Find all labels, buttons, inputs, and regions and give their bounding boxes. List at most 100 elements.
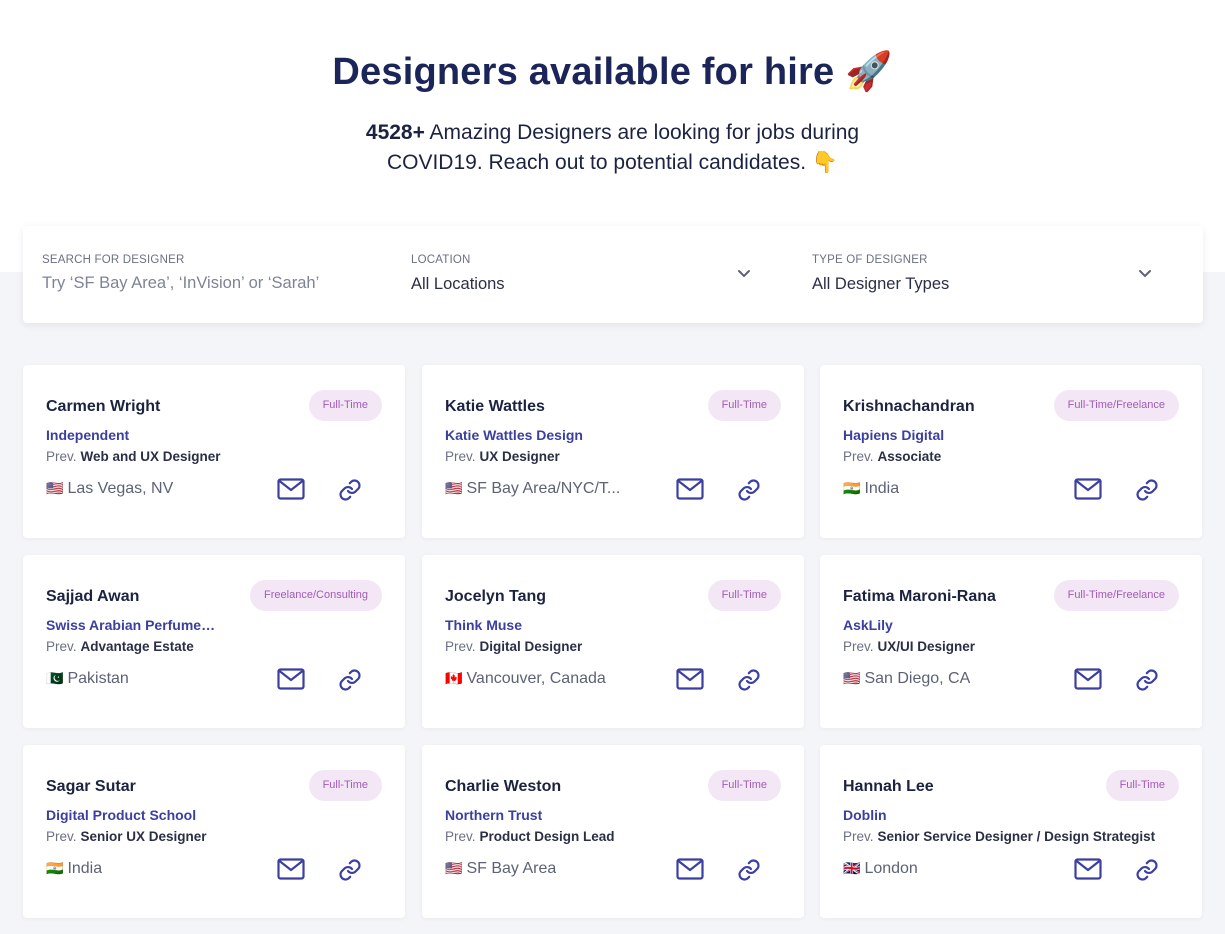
designer-name: Sagar Sutar	[46, 778, 136, 795]
previous-role: Prev. Senior UX Designer	[46, 829, 207, 844]
designer-card: Krishnachandran Full-Time/Freelance Hapi…	[820, 365, 1202, 538]
job-type-badge: Full-Time	[1105, 770, 1179, 801]
company-link[interactable]: Katie Wattles Design	[445, 427, 583, 443]
designer-type-select[interactable]: TYPE OF DESIGNER All Designer Types	[793, 226, 1203, 323]
designer-card: Sagar Sutar Full-Time Digital Product Sc…	[23, 745, 405, 918]
company-link[interactable]: Independent	[46, 427, 129, 443]
location: 🇮🇳 India	[843, 480, 899, 498]
page-title: Designers available for hire 🚀	[332, 51, 893, 93]
flag-icon: 🇨🇦	[445, 670, 463, 686]
location: 🇺🇸 SF Bay Area	[445, 860, 556, 878]
location-text: London	[864, 860, 918, 877]
prev-label: Prev.	[445, 449, 476, 464]
company-link[interactable]: Think Muse	[445, 617, 522, 633]
location-value: All Locations	[411, 275, 505, 293]
designer-name: Jocelyn Tang	[445, 588, 547, 605]
flag-icon: 🇺🇸	[445, 860, 463, 876]
email-icon[interactable]	[1074, 667, 1102, 691]
prev-label: Prev.	[46, 639, 77, 654]
email-icon[interactable]	[676, 477, 704, 501]
flag-icon: 🇬🇧	[843, 860, 861, 876]
flag-icon: 🇮🇳	[843, 480, 861, 496]
role-title: Product Design Lead	[479, 829, 615, 844]
role-title: Web and UX Designer	[80, 449, 221, 464]
company-link[interactable]: Hapiens Digital	[843, 427, 944, 443]
company-link[interactable]: Doblin	[843, 807, 887, 823]
search-input[interactable]	[42, 274, 342, 293]
company-link[interactable]: Swiss Arabian Perfumes ...	[46, 617, 221, 633]
link-icon[interactable]	[338, 478, 362, 502]
designer-card: Jocelyn Tang Full-Time Think Muse Prev. D…	[422, 555, 804, 728]
link-icon[interactable]	[737, 478, 761, 502]
role-title: Senior Service Designer / Design Strateg…	[877, 829, 1156, 844]
location-text: Vancouver, Canada	[466, 670, 606, 687]
company-link[interactable]: AskLily	[843, 617, 893, 633]
designer-name: Krishnachandran	[843, 398, 975, 415]
company-link[interactable]: Digital Product School	[46, 807, 196, 823]
designer-name: Charlie Weston	[445, 778, 562, 795]
location: 🇺🇸 San Diego, CA	[843, 670, 970, 688]
chevron-down-icon	[1139, 270, 1151, 278]
location-text: SF Bay Area	[466, 860, 557, 877]
designer-name: Sajjad Awan	[46, 588, 140, 605]
location: 🇺🇸 Las Vegas, NV	[46, 480, 173, 498]
location-select[interactable]: LOCATION All Locations	[392, 226, 792, 323]
designer-name: Hannah Lee	[843, 778, 934, 795]
prev-label: Prev.	[46, 829, 77, 844]
location-label: LOCATION	[411, 254, 471, 266]
link-icon[interactable]	[1135, 858, 1159, 882]
email-icon[interactable]	[277, 857, 305, 881]
designer-name: Fatima Maroni-Rana	[843, 588, 996, 605]
link-icon[interactable]	[737, 668, 761, 692]
designer-name: Carmen Wright	[46, 398, 161, 415]
search-filter: SEARCH FOR DESIGNER	[23, 226, 391, 323]
prev-label: Prev.	[843, 449, 874, 464]
previous-role: Prev. UX/UI Designer	[843, 639, 975, 654]
previous-role: Prev. Senior Service Designer / Design St…	[843, 829, 1155, 844]
location: 🇨🇦 Vancouver, Canada	[445, 670, 606, 688]
location-text: Las Vegas, NV	[67, 480, 174, 497]
role-title: Advantage Estate	[80, 639, 194, 654]
location-text: Pakistan	[67, 670, 129, 687]
role-title: Senior UX Designer	[80, 829, 207, 844]
previous-role: Prev. Product Design Lead	[445, 829, 615, 844]
flag-icon: 🇮🇳	[46, 860, 64, 876]
email-icon[interactable]	[676, 857, 704, 881]
designer-name: Katie Wattles	[445, 398, 545, 415]
flag-icon: 🇺🇸	[843, 670, 861, 686]
flag-icon: 🇺🇸	[445, 480, 463, 496]
link-icon[interactable]	[338, 858, 362, 882]
designer-card: Hannah Lee Full-Time Doblin Prev. Senior …	[820, 745, 1202, 918]
link-icon[interactable]	[1135, 668, 1159, 692]
page-subtitle: 4528+ Amazing Designers are looking for …	[330, 118, 895, 178]
job-type-badge: Full-Time	[707, 770, 781, 801]
email-icon[interactable]	[676, 667, 704, 691]
designer-card: Sajjad Awan Freelance/Consulting Swiss A…	[23, 555, 405, 728]
email-icon[interactable]	[277, 477, 305, 501]
location: 🇺🇸 SF Bay Area/NYC/T...	[445, 480, 620, 498]
role-title: UX Designer	[479, 449, 560, 464]
previous-role: Prev. Advantage Estate	[46, 639, 194, 654]
location: 🇮🇳 India	[46, 860, 102, 878]
filter-bar: SEARCH FOR DESIGNER LOCATION All Locatio…	[23, 226, 1203, 323]
email-icon[interactable]	[1074, 857, 1102, 881]
location-text: SF Bay Area/NYC/T...	[466, 480, 621, 497]
flag-icon: 🇺🇸	[46, 480, 64, 496]
email-icon[interactable]	[277, 667, 305, 691]
chevron-down-icon	[738, 270, 750, 278]
link-icon[interactable]	[737, 858, 761, 882]
prev-label: Prev.	[843, 829, 874, 844]
link-icon[interactable]	[1135, 478, 1159, 502]
link-icon[interactable]	[338, 668, 362, 692]
role-title: Digital Designer	[479, 639, 583, 654]
job-type-badge: Full-Time/Freelance	[1053, 390, 1179, 421]
location: 🇬🇧 London	[843, 860, 918, 878]
previous-role: Prev. Digital Designer	[445, 639, 582, 654]
role-title: Associate	[877, 449, 942, 464]
job-type-badge: Freelance/Consulting	[250, 580, 382, 611]
designer-type-value: All Designer Types	[812, 275, 950, 293]
company-link[interactable]: Northern Trust	[445, 807, 542, 823]
location-text: India	[67, 860, 103, 877]
email-icon[interactable]	[1074, 477, 1102, 501]
job-type-badge: Full-Time	[308, 390, 382, 421]
